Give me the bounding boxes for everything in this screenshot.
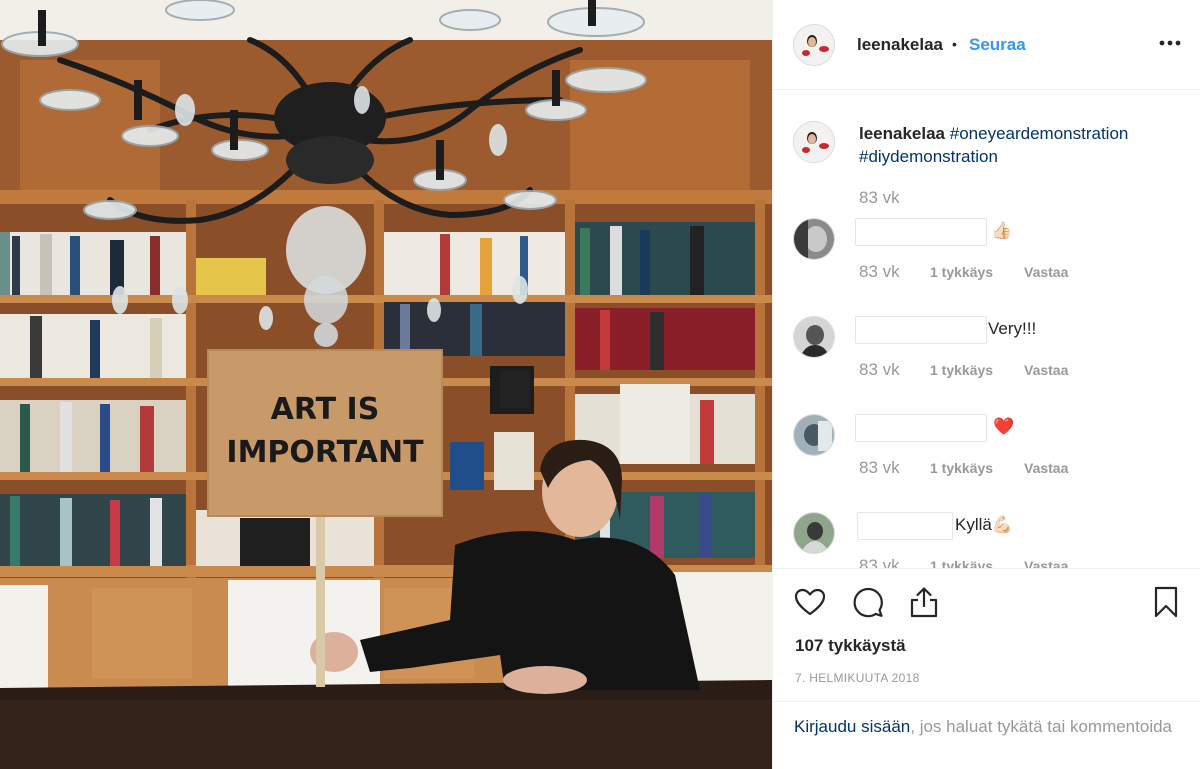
commenter-avatar[interactable] (793, 414, 835, 456)
post-actions: 107 tykkäystä 7. HELMIKUUTA 2018 Kirjaud… (773, 568, 1200, 769)
comment-item: 👍🏻 83 vk 1 tykkäys Vastaa (773, 218, 1200, 316)
comment-reply-button[interactable]: Vastaa (1024, 362, 1068, 378)
post-date: 7. HELMIKUUTA 2018 (795, 671, 920, 685)
hashtag-oneyeardemonstration[interactable]: #oneyeardemonstration (950, 124, 1129, 143)
post-side-panel: leenakelaa • Seuraa leenakelaa #oneyeard… (772, 0, 1200, 769)
commenter-name-redacted[interactable] (855, 414, 987, 442)
login-link[interactable]: Kirjaudu sisään (794, 717, 910, 736)
heart-icon[interactable] (793, 585, 827, 619)
post-photo[interactable]: ART IS IMPORTANT (0, 0, 772, 769)
sign-text: ART IS IMPORTANT (208, 388, 442, 474)
comment-reply-button[interactable]: Vastaa (1024, 460, 1068, 476)
comment-time: 83 vk (859, 458, 900, 477)
post-header: leenakelaa • Seuraa (773, 0, 1200, 90)
comment-reply-button[interactable]: Vastaa (1024, 558, 1068, 568)
hashtag-diydemonstration[interactable]: #diydemonstration (859, 147, 998, 166)
comment-reply-button[interactable]: Vastaa (1024, 264, 1068, 280)
login-prompt: Kirjaudu sisään, jos haluat tykätä tai k… (773, 701, 1200, 769)
login-prompt-rest: , jos haluat tykätä tai kommentoida (910, 717, 1172, 736)
more-options-icon[interactable] (1157, 30, 1183, 56)
caption-username[interactable]: leenakelaa (859, 124, 945, 143)
commenter-avatar[interactable] (793, 316, 835, 358)
comment-text: ❤️ (993, 417, 1015, 436)
comment-time: 83 vk (859, 360, 900, 379)
author-avatar[interactable] (793, 24, 835, 66)
comment-text: Very!!! (988, 319, 1037, 338)
comment-icon[interactable] (851, 585, 885, 619)
commenter-avatar[interactable] (793, 512, 835, 554)
comment-text: 👍🏻 (991, 221, 1013, 240)
commenter-name-redacted[interactable] (855, 218, 987, 246)
post-caption: leenakelaa #oneyeardemonstration #diydem… (859, 122, 1189, 168)
author-username[interactable]: leenakelaa (857, 35, 943, 55)
login-prompt-text: Kirjaudu sisään, jos haluat tykätä tai k… (794, 715, 1184, 739)
comment-text: Kyllä💪🏻 (955, 515, 1014, 534)
caption-time: 83 vk (859, 188, 900, 207)
bookmark-icon[interactable] (1149, 585, 1183, 619)
follow-button[interactable]: Seuraa (969, 35, 1026, 55)
share-icon[interactable] (907, 585, 941, 619)
comment-item: ❤️ 83 vk 1 tykkäys Vastaa (773, 414, 1200, 512)
commenter-avatar[interactable] (793, 218, 835, 260)
comment-likes[interactable]: 1 tykkäys (930, 264, 993, 280)
sign-line-2: IMPORTANT (226, 435, 424, 470)
comment-likes[interactable]: 1 tykkäys (930, 362, 993, 378)
comment-item: Very!!! 83 vk 1 tykkäys Vastaa (773, 316, 1200, 414)
header-separator: • (952, 36, 957, 52)
comment-item: Kyllä💪🏻 83 vk 1 tykkäys Vastaa (773, 512, 1200, 568)
comment-time: 83 vk (859, 556, 900, 568)
commenter-name-redacted[interactable] (857, 512, 953, 540)
sign-line-1: ART IS (270, 392, 380, 427)
post-image (0, 0, 772, 769)
likes-count[interactable]: 107 tykkäystä (795, 636, 906, 656)
comment-time: 83 vk (859, 262, 900, 281)
commenter-name-redacted[interactable] (855, 316, 987, 344)
comment-likes[interactable]: 1 tykkäys (930, 460, 993, 476)
caption-author-avatar[interactable] (793, 121, 835, 163)
comment-likes[interactable]: 1 tykkäys (930, 558, 993, 568)
comments-list[interactable]: leenakelaa #oneyeardemonstration #diydem… (773, 91, 1200, 568)
